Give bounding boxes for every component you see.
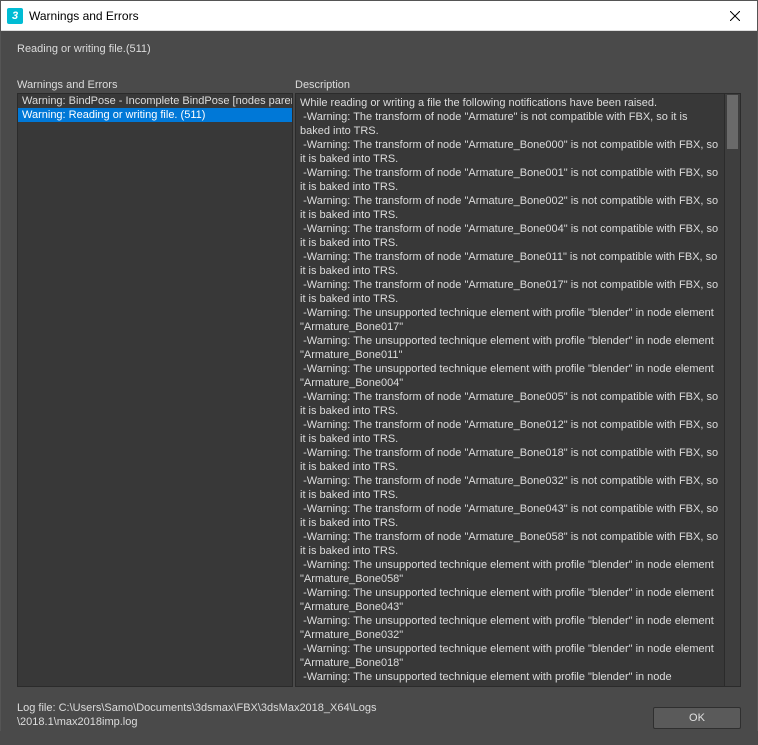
description-text[interactable]: While reading or writing a file the foll…	[296, 94, 724, 686]
warnings-listbox[interactable]: Warning: BindPose - Incomplete BindPose …	[17, 93, 293, 687]
list-item[interactable]: Warning: Reading or writing file. (511)	[18, 108, 292, 122]
log-file-line1: Log file: C:\Users\Samo\Documents\3dsmax…	[17, 702, 377, 714]
app-icon: 3	[7, 8, 23, 24]
warnings-errors-dialog: 3 Warnings and Errors Reading or writing…	[0, 0, 758, 731]
scrollbar-thumb[interactable]	[727, 95, 738, 149]
description-label: Description	[295, 79, 741, 91]
list-item[interactable]: Warning: BindPose - Incomplete BindPose …	[18, 94, 292, 108]
description-area: While reading or writing a file the foll…	[295, 93, 741, 687]
close-icon	[730, 11, 740, 21]
status-text: Reading or writing file.(511)	[17, 43, 741, 55]
description-scrollbar[interactable]	[724, 94, 740, 686]
close-button[interactable]	[712, 1, 757, 30]
footer: Log file: C:\Users\Samo\Documents\3dsmax…	[17, 701, 741, 729]
warnings-label: Warnings and Errors	[17, 79, 293, 91]
window-title: Warnings and Errors	[29, 9, 712, 23]
warnings-panel: Warnings and Errors Warning: BindPose - …	[17, 79, 293, 687]
ok-button[interactable]: OK	[653, 707, 741, 729]
panels-container: Warnings and Errors Warning: BindPose - …	[17, 79, 741, 687]
titlebar: 3 Warnings and Errors	[1, 1, 757, 31]
log-file-line2: \2018.1\max2018imp.log	[17, 716, 137, 728]
description-panel: Description While reading or writing a f…	[295, 79, 741, 687]
dialog-content: Reading or writing file.(511) Warnings a…	[1, 31, 757, 745]
log-file-path: Log file: C:\Users\Samo\Documents\3dsmax…	[17, 701, 637, 729]
